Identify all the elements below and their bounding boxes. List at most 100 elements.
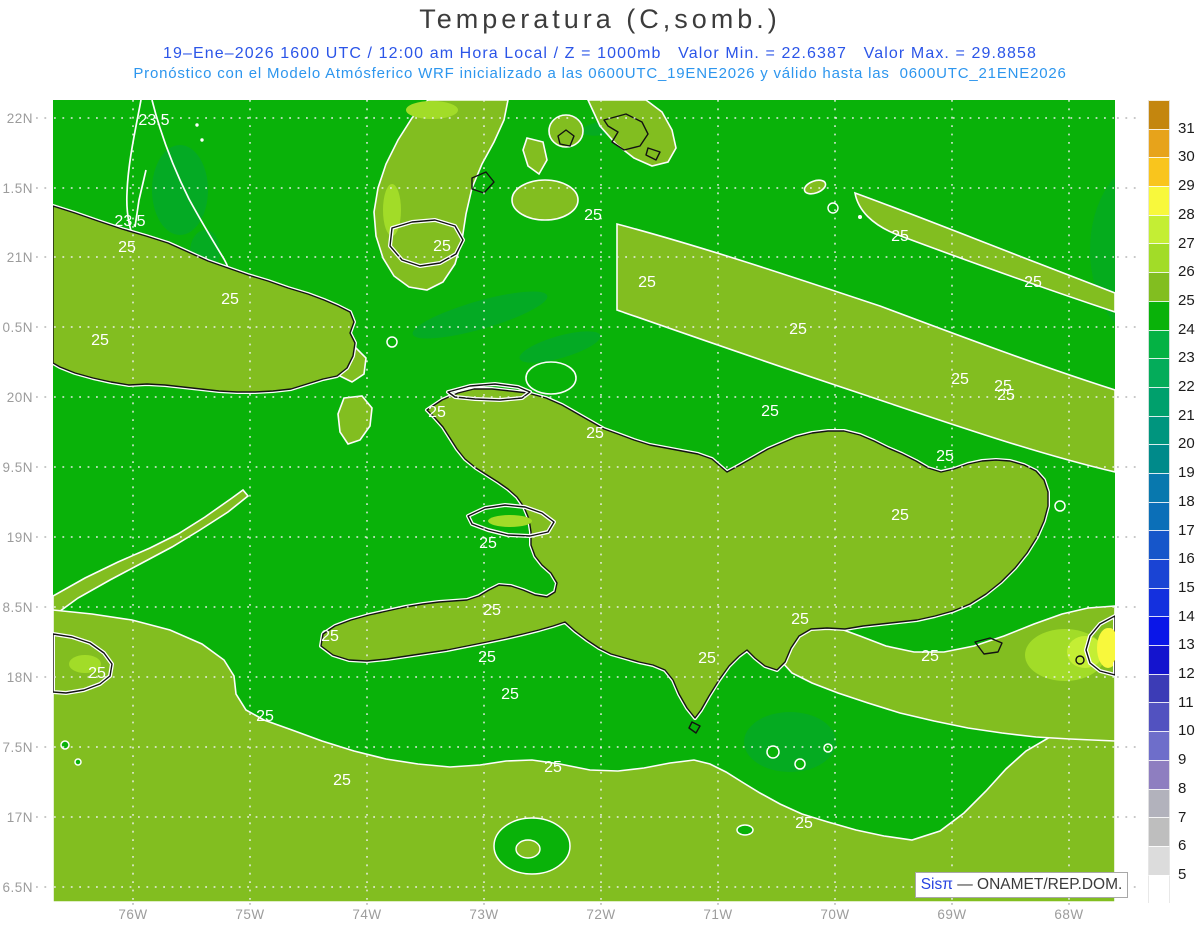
colorbar-label: 20 xyxy=(1178,435,1195,453)
colorbar-cell xyxy=(1148,415,1170,445)
colorbar-cell xyxy=(1148,530,1170,559)
y-axis-label: 9.5N xyxy=(2,460,33,475)
colorbar-cell xyxy=(1148,759,1170,789)
colorbar-label: 21 xyxy=(1178,406,1195,424)
contour-value-label: 25 xyxy=(586,425,604,442)
colorbar-cell xyxy=(1148,845,1170,875)
x-axis-label: 72W xyxy=(586,907,615,922)
colorbar-label: 17 xyxy=(1178,521,1195,539)
colorbar-cell xyxy=(1148,616,1170,646)
gonave-warm-center xyxy=(488,515,532,527)
y-axis-label: 22N xyxy=(7,111,33,126)
colorbar-label: 29 xyxy=(1178,177,1195,195)
sea25-blob xyxy=(511,179,579,221)
y-axis-label: 1.5N xyxy=(2,181,33,196)
weather-map: 23.5 23.5 25 25 25 25 25 25 25 25 25 25 25 25 25 25 25 25… xyxy=(2,100,1137,922)
contour-value-label: 25 xyxy=(428,404,446,421)
contour-value-label: 23.5 xyxy=(138,112,169,129)
colorbar-cell xyxy=(1148,272,1170,301)
colorbar-label: 15 xyxy=(1178,578,1195,596)
colorbar-label: 22 xyxy=(1178,378,1195,395)
x-axis-label: 68W xyxy=(1054,907,1083,922)
y-axis-label: 17N xyxy=(7,810,33,825)
colorbar-cell xyxy=(1148,559,1170,588)
colorbar-cell xyxy=(1148,128,1170,158)
colorbar-label: 25 xyxy=(1178,291,1195,309)
contour-value-label: 25 xyxy=(761,403,779,420)
colorbar-label: 9 xyxy=(1178,751,1187,769)
colorbar-label: 16 xyxy=(1178,550,1195,568)
credit-badge: Sisπ — ONAMET/REP.DOM. xyxy=(915,872,1128,898)
colorbar-label: 8 xyxy=(1178,779,1187,797)
contour-value-label: 25 xyxy=(891,507,909,524)
colorbar-label: 26 xyxy=(1178,263,1195,281)
contour-value-label: 25 xyxy=(321,628,339,645)
map-field: 23.5 23.5 25 25 25 25 25 25 25 25 25 25 25 25 25 25 25 25… xyxy=(53,100,1115,902)
y-axis-label: 20N xyxy=(7,390,33,405)
colorbar-cell xyxy=(1148,673,1170,703)
puerto-rico-warm-blob xyxy=(1102,628,1115,664)
colorbar-cell xyxy=(1148,645,1170,674)
colorbar-cell xyxy=(1148,329,1170,359)
x-axis-label: 71W xyxy=(703,907,732,922)
contour-value-label: 25 xyxy=(921,648,939,665)
contour-value-label: 25 xyxy=(1024,274,1042,291)
contour-value-label: 25 xyxy=(501,686,519,703)
contour-value-label: 25 xyxy=(795,815,813,832)
colorbar-label: 19 xyxy=(1178,464,1195,482)
colorbar-cell xyxy=(1148,157,1170,187)
colorbar-cell xyxy=(1148,788,1170,818)
contour-value-label: 25 xyxy=(91,332,109,349)
y-axis-label: 19N xyxy=(7,530,33,545)
colorbar-cell xyxy=(1148,472,1170,502)
contour-value-label: 25 xyxy=(433,238,451,255)
colorbar-label: 14 xyxy=(1178,607,1195,625)
colorbar-label: 12 xyxy=(1178,665,1195,682)
weather-forecast-page: { "title": "Temperatura (C,somb.)", "hea… xyxy=(0,0,1200,927)
colorbar-label: 10 xyxy=(1178,722,1195,740)
contour-value-label: 25 xyxy=(789,321,807,338)
contour-value-label: 25 xyxy=(936,448,954,465)
contour-value-label: 25 xyxy=(791,611,809,628)
colorbar-label: 31 xyxy=(1178,119,1195,137)
credit-separator: — xyxy=(952,876,978,893)
colorbar-cell xyxy=(1148,444,1170,473)
colorbar-cell xyxy=(1148,243,1170,273)
contour-value-label: 25 xyxy=(698,650,716,667)
colorbar-cell xyxy=(1148,186,1170,215)
contour-value-label: 25 xyxy=(951,371,969,388)
contour-value-label: 25 xyxy=(256,708,274,725)
colorbar-label: 7 xyxy=(1178,808,1187,826)
colorbar-cell xyxy=(1148,817,1170,846)
contour-value-label: 23.5 xyxy=(114,213,145,230)
contour-value-label: 25 xyxy=(638,274,656,291)
contour-value-label: 25 xyxy=(997,387,1015,404)
x-axis-label: 70W xyxy=(820,907,849,922)
colorbar-cell xyxy=(1148,100,1170,129)
sispi-logo: Sisπ xyxy=(920,876,953,893)
contour-value-label: 25 xyxy=(483,602,501,619)
x-axis-label: 74W xyxy=(352,907,381,922)
colorbar-cell xyxy=(1148,300,1170,330)
y-axis-label: 8.5N xyxy=(2,600,33,615)
contour-value-label: 25 xyxy=(88,665,106,682)
contour-value-label: 25 xyxy=(891,228,909,245)
x-axis-label: 73W xyxy=(469,907,498,922)
contour-value-label: 25 xyxy=(221,291,239,308)
x-axis-label: 69W xyxy=(937,907,966,922)
y-axis-label: 7.5N xyxy=(2,740,33,755)
contour-value-label: 25 xyxy=(479,535,497,552)
colorbar-cell xyxy=(1148,501,1170,531)
y-axis-label: 18N xyxy=(7,670,33,685)
colorbar-label: 18 xyxy=(1178,492,1195,510)
colorbar-cell xyxy=(1148,702,1170,732)
x-axis-label: 75W xyxy=(235,907,264,922)
colorbar-cell xyxy=(1148,587,1170,617)
colorbar-cell xyxy=(1148,386,1170,416)
contour-value-label: 25 xyxy=(584,207,602,224)
y-axis-label: 21N xyxy=(7,250,33,265)
contour-value-label: 25 xyxy=(544,759,562,776)
y-axis-label: 6.5N xyxy=(2,880,33,895)
temperature-colorbar: 31 30 29 28 27 26 25 24 23 22 21 20 19 18 17 16 15 14 13 12… xyxy=(1148,100,1195,904)
colorbar-label: 11 xyxy=(1178,693,1194,711)
